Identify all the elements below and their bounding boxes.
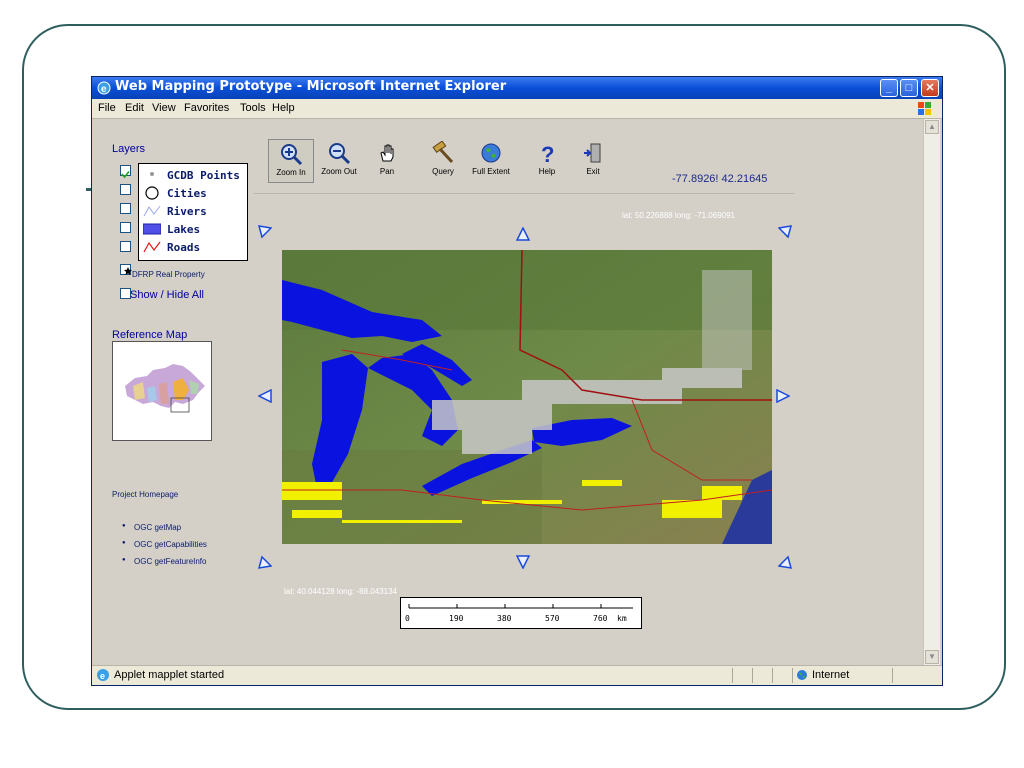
pan-northwest-arrow-icon[interactable] xyxy=(258,225,272,239)
reference-map-image xyxy=(125,364,205,413)
menu-tools[interactable]: Tools xyxy=(240,102,266,114)
hammer-icon xyxy=(432,141,454,164)
reference-map[interactable] xyxy=(112,341,212,441)
layer-checkbox-roads[interactable] xyxy=(120,241,131,252)
windows-logo-icon xyxy=(918,102,931,115)
status-divider xyxy=(792,668,793,683)
road-line-icon xyxy=(143,241,161,253)
help-label: Help xyxy=(538,167,556,176)
show-hide-all-label: Show / Hide All xyxy=(130,289,204,301)
ogc-getcapabilities-link[interactable]: OGC getCapabilities xyxy=(122,540,207,549)
page-icon: e xyxy=(97,669,109,681)
reference-map-title: Reference Map xyxy=(112,329,188,341)
menu-edit[interactable]: Edit xyxy=(125,102,144,114)
full-extent-button[interactable]: Full Extent xyxy=(468,139,514,183)
ie-icon: e xyxy=(97,81,111,95)
page-content: Layers GCDB Points Cities Rivers Lakes R… xyxy=(94,119,924,665)
svg-text:e: e xyxy=(101,84,107,95)
exit-label: Exit xyxy=(586,167,600,176)
scale-bar: 0 190 380 570 760 km xyxy=(400,597,642,629)
scale-unit: km xyxy=(617,614,627,623)
query-button[interactable]: Query xyxy=(420,139,466,183)
exit-door-icon xyxy=(584,143,601,163)
layer-checkbox-gcdb-points[interactable] xyxy=(120,165,131,179)
project-homepage-link[interactable]: Project Homepage xyxy=(112,490,178,499)
layer-checkbox-lakes[interactable] xyxy=(120,222,131,233)
zoom-in-label: Zoom In xyxy=(276,168,306,177)
status-divider xyxy=(892,668,893,683)
pan-southwest-arrow-icon[interactable] xyxy=(258,555,272,569)
pan-east-arrow-icon[interactable] xyxy=(776,389,790,403)
layers-legend: GCDB Points Cities Rivers Lakes Roads xyxy=(138,163,248,261)
pan-south-arrow-icon[interactable] xyxy=(516,555,530,569)
scale-label-3: 570 xyxy=(545,614,560,623)
zoom-out-label: Zoom Out xyxy=(321,167,357,176)
menu-bar: File Edit View Favorites Tools Help xyxy=(92,99,942,119)
layer-checkbox-cities[interactable] xyxy=(120,184,131,195)
scroll-up-button[interactable]: ▲ xyxy=(925,120,939,134)
internet-globe-icon xyxy=(797,670,807,680)
point-symbol-icon xyxy=(150,172,154,176)
zoom-in-button[interactable]: Zoom In xyxy=(268,139,314,183)
ogc-getmap-link[interactable]: OGC getMap xyxy=(122,523,181,532)
scale-bar-ruler xyxy=(408,604,633,609)
ogc-getfeatureinfo-link[interactable]: OGC getFeatureInfo xyxy=(122,557,207,566)
minimize-button[interactable]: _ xyxy=(880,79,898,97)
menu-help[interactable]: Help xyxy=(272,102,295,114)
help-button[interactable]: ? Help xyxy=(524,139,570,183)
close-button[interactable]: ✕ xyxy=(921,79,939,97)
svg-text:e: e xyxy=(100,671,105,681)
star-icon xyxy=(124,267,132,275)
svg-text:?: ? xyxy=(541,142,554,165)
query-label: Query xyxy=(432,167,454,176)
pan-southeast-arrow-icon[interactable] xyxy=(778,555,792,569)
layers-title: Layers xyxy=(112,143,146,155)
pan-label: Pan xyxy=(379,167,395,176)
status-bar: e Applet mapplet started Internet xyxy=(92,665,942,685)
toolbar-divider xyxy=(254,193,794,194)
vertical-scrollbar[interactable]: ▲ ▼ xyxy=(923,119,940,665)
menu-favorites[interactable]: Favorites xyxy=(184,102,229,114)
scale-label-4: 760 xyxy=(593,614,608,623)
pan-button[interactable]: Pan xyxy=(364,139,410,183)
menu-file[interactable]: File xyxy=(98,102,116,114)
cursor-coordinates: -77.8926! 42.21645 xyxy=(672,173,768,185)
zoom-in-icon xyxy=(281,144,303,166)
status-divider xyxy=(752,668,753,683)
exit-button[interactable]: Exit xyxy=(570,139,616,183)
zoom-out-icon xyxy=(329,143,351,165)
pan-northeast-arrow-icon[interactable] xyxy=(778,225,792,239)
title-bar[interactable]: e Web Mapping Prototype - Microsoft Inte… xyxy=(92,77,942,99)
security-zone: Internet xyxy=(812,669,850,681)
hand-icon xyxy=(380,144,394,162)
city-circle-icon xyxy=(145,186,159,200)
status-divider xyxy=(772,668,773,683)
window-title: Web Mapping Prototype - Microsoft Intern… xyxy=(115,79,507,94)
dfrp-layer-label: DFRP Real Property xyxy=(132,270,205,279)
status-divider xyxy=(732,668,733,683)
globe-icon xyxy=(481,143,501,163)
zoom-out-button[interactable]: Zoom Out xyxy=(316,139,362,183)
full-extent-label: Full Extent xyxy=(472,167,510,176)
map-view[interactable] xyxy=(282,250,772,544)
scale-label-1: 190 xyxy=(449,614,464,623)
menu-view[interactable]: View xyxy=(152,102,176,114)
top-right-latlong: lat: 50.226888 long: -71.069091 xyxy=(622,211,735,220)
layer-checkbox-rivers[interactable] xyxy=(120,203,131,214)
scale-label-0: 0 xyxy=(405,614,410,623)
scroll-down-button[interactable]: ▼ xyxy=(925,650,939,664)
checkmark-icon xyxy=(121,170,130,179)
browser-window: e Web Mapping Prototype - Microsoft Inte… xyxy=(91,76,943,686)
question-icon: ? xyxy=(541,142,554,165)
pan-west-arrow-icon[interactable] xyxy=(258,389,272,403)
satellite-map-image xyxy=(282,250,772,544)
status-text: Applet mapplet started xyxy=(114,669,225,681)
pan-north-arrow-icon[interactable] xyxy=(516,227,530,241)
bottom-left-latlong: lat: 40.044128 long: -88.043134 xyxy=(284,587,397,596)
scale-label-2: 380 xyxy=(497,614,512,623)
lake-fill-icon xyxy=(143,223,161,235)
maximize-button[interactable]: □ xyxy=(900,79,918,97)
river-line-icon xyxy=(143,205,161,217)
